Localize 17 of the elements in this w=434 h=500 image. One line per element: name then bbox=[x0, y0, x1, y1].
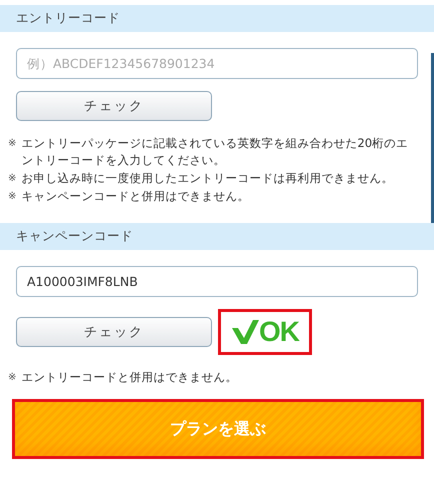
section-header: エントリーコード bbox=[0, 5, 434, 32]
note-text: キャンペーンコードと併用はできません。 bbox=[21, 188, 250, 205]
scrollbar[interactable] bbox=[431, 53, 434, 225]
input-field[interactable]: A100003IMF8LNB bbox=[16, 266, 418, 297]
check-button[interactable]: チェック bbox=[16, 91, 212, 121]
note-mark: ※ bbox=[8, 172, 16, 186]
note-text: エントリーパッケージに記載されている英数字を組み合わせた20桁のエントリーコードを入力してください。 bbox=[21, 135, 410, 169]
checkmark-icon bbox=[231, 319, 259, 345]
input-field[interactable]: 例）ABCDEF12345678901234 bbox=[16, 48, 418, 79]
ok-result: OK bbox=[218, 309, 312, 355]
check-button[interactable]: チェック bbox=[16, 317, 212, 347]
note-text: お申し込み時に一度使用したエントリーコードは再利用できません。 bbox=[21, 170, 394, 187]
note-mark: ※ bbox=[8, 137, 16, 151]
note-text: エントリーコードと併用はできません。 bbox=[21, 369, 238, 386]
note-mark: ※ bbox=[8, 190, 16, 204]
section-header: キャンペーンコード bbox=[0, 223, 434, 250]
note-mark: ※ bbox=[8, 371, 16, 385]
